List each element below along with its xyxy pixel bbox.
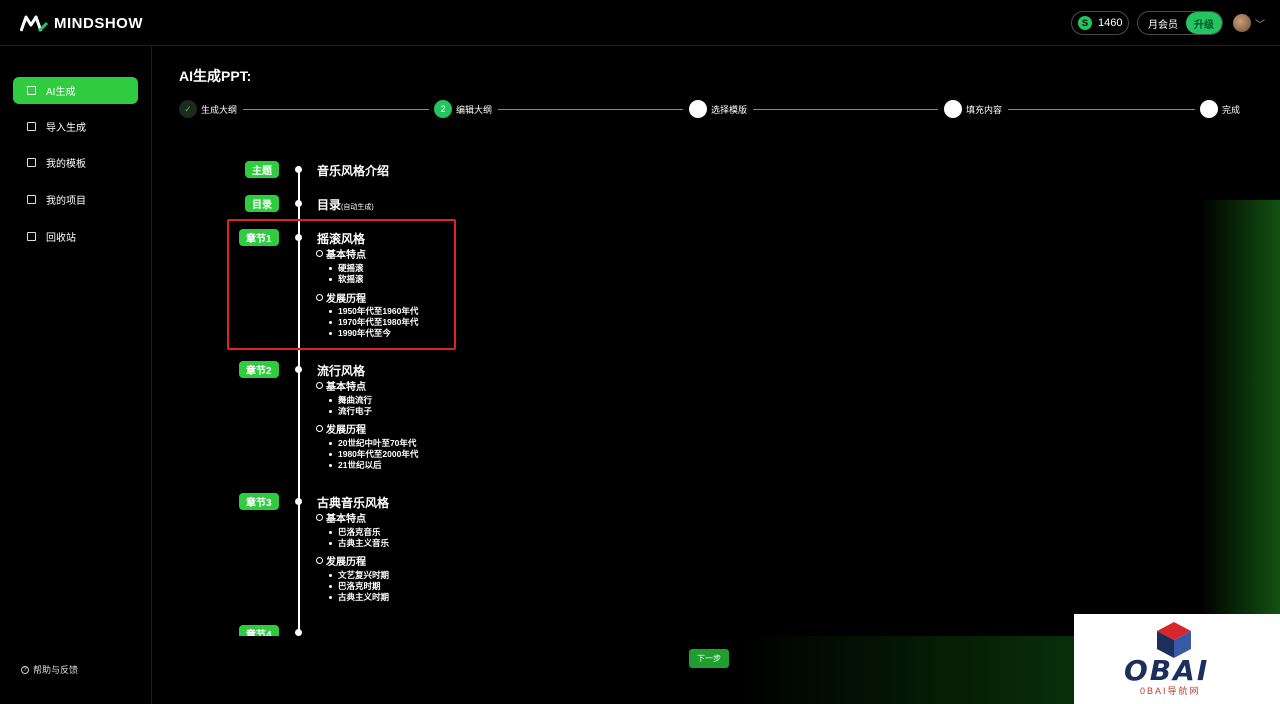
step-number: 2 — [434, 100, 452, 118]
step-connector — [498, 109, 683, 110]
list-item[interactable]: 古典主义时期 — [329, 591, 389, 603]
document-icon — [27, 86, 36, 95]
section-title[interactable]: 基本特点 — [316, 246, 366, 261]
list-item[interactable]: 21世纪以后 — [329, 459, 381, 471]
logo-mark-icon — [20, 15, 48, 33]
upgrade-button[interactable]: 升级 — [1186, 12, 1222, 34]
credits-badge[interactable]: S 1460 — [1071, 11, 1129, 35]
help-feedback-link[interactable]: ? 帮助与反馈 — [21, 663, 78, 676]
watermark-logo: OBAI 0BAI导航网 — [1074, 614, 1280, 704]
logo-text: MINDSHOW — [54, 14, 143, 32]
toc-title: 目录(自动生成) — [317, 198, 374, 212]
step-connector — [243, 109, 429, 110]
membership-badge: 月会员 升级 — [1137, 11, 1223, 35]
step-dot — [1200, 100, 1218, 118]
background-glow-right — [1200, 200, 1280, 640]
chapter-tag: 章节3 — [239, 493, 279, 510]
circle-icon — [316, 250, 323, 257]
step-edit-outline: 2 编辑大纲 — [434, 100, 492, 118]
step-dot — [689, 100, 707, 118]
next-step-button[interactable]: 下一步 — [689, 649, 729, 668]
sidebar-item-label: 我的项目 — [46, 196, 86, 207]
sidebar-item-trash[interactable]: 回收站 — [13, 223, 138, 250]
section-title[interactable]: 基本特点 — [316, 510, 366, 525]
watermark-text: OBAI — [1124, 654, 1210, 687]
toc-tag: 目录 — [245, 195, 279, 212]
timeline-node — [295, 234, 302, 241]
section-title[interactable]: 发展历程 — [316, 553, 366, 568]
sidebar-item-import[interactable]: 导入生成 — [13, 113, 138, 140]
chapter-tag: 章节4 — [239, 625, 279, 636]
check-icon: ✓ — [179, 100, 197, 118]
chapter-title[interactable]: 摇滚风格 — [317, 230, 365, 247]
circle-icon — [316, 425, 323, 432]
chapter-4-clip: 章节4 — [0, 620, 400, 636]
trash-icon — [27, 232, 36, 241]
circle-icon — [316, 382, 323, 389]
coin-icon: S — [1078, 16, 1092, 30]
list-item[interactable]: 流行电子 — [329, 405, 372, 417]
chapter-tag: 章节1 — [239, 229, 279, 246]
step-label: 生成大纲 — [201, 104, 238, 115]
topic-title[interactable]: 音乐风格介绍 — [317, 162, 389, 179]
step-connector — [1008, 109, 1195, 110]
chapter-title[interactable]: 古典音乐风格 — [317, 494, 389, 511]
chapter-tag: 章节2 — [239, 361, 279, 378]
list-item[interactable]: 1990年代至今 — [329, 327, 391, 339]
section-title[interactable]: 基本特点 — [316, 378, 366, 393]
step-label: 编辑大纲 — [456, 104, 493, 115]
section-title[interactable]: 发展历程 — [316, 421, 366, 436]
step-generate-outline: ✓ 生成大纲 — [179, 100, 237, 118]
timeline-node — [295, 366, 302, 373]
circle-icon — [316, 294, 323, 301]
sidebar-item-templates[interactable]: 我的模板 — [13, 149, 138, 176]
timeline-node — [295, 200, 302, 207]
list-icon — [27, 195, 36, 204]
sidebar-item-label: 回收站 — [46, 233, 76, 244]
step-connector — [753, 109, 938, 110]
chapter-title[interactable]: 流行风格 — [317, 362, 365, 379]
watermark-subtext: 0BAI导航网 — [1140, 686, 1201, 696]
step-fill-content: 填充内容 — [944, 100, 1002, 118]
step-choose-template: 选择模版 — [689, 100, 747, 118]
timeline-node — [295, 166, 302, 173]
mindshow-logo[interactable]: MINDSHOW — [20, 12, 143, 34]
list-item[interactable]: 古典主义音乐 — [329, 537, 389, 549]
timeline-node — [295, 629, 302, 636]
sidebar-item-ai-generate[interactable]: AI生成 — [13, 77, 138, 104]
sidebar: AI生成 导入生成 我的模板 我的项目 回收站 ? 帮助与反馈 — [0, 46, 152, 704]
step-label: 选择模版 — [711, 104, 748, 115]
list-item[interactable]: 软摇滚 — [329, 273, 364, 285]
chevron-down-icon[interactable]: ﹀ — [1255, 16, 1265, 31]
avatar[interactable] — [1233, 14, 1251, 32]
sidebar-item-label: 我的模板 — [46, 159, 86, 170]
step-dot — [944, 100, 962, 118]
topic-tag: 主题 — [245, 161, 279, 178]
sidebar-item-projects[interactable]: 我的项目 — [13, 186, 138, 213]
step-label: 填充内容 — [966, 104, 1003, 115]
step-complete: 完成 — [1200, 100, 1240, 118]
step-label: 完成 — [1222, 104, 1241, 115]
timeline-node — [295, 498, 302, 505]
circle-icon — [316, 514, 323, 521]
section-title[interactable]: 发展历程 — [316, 290, 366, 305]
credits-count: 1460 — [1098, 17, 1123, 29]
circle-icon — [316, 557, 323, 564]
help-label: 帮助与反馈 — [33, 665, 79, 675]
import-icon — [27, 122, 36, 131]
top-bar: MINDSHOW S 1460 月会员 升级 ﹀ — [0, 0, 1280, 46]
template-icon — [27, 158, 36, 167]
sidebar-item-label: 导入生成 — [46, 123, 86, 134]
membership-label: 月会员 — [1148, 19, 1178, 31]
sidebar-item-label: AI生成 — [46, 87, 76, 98]
page-title: AI生成PPT: — [179, 68, 252, 84]
help-icon: ? — [21, 665, 29, 674]
